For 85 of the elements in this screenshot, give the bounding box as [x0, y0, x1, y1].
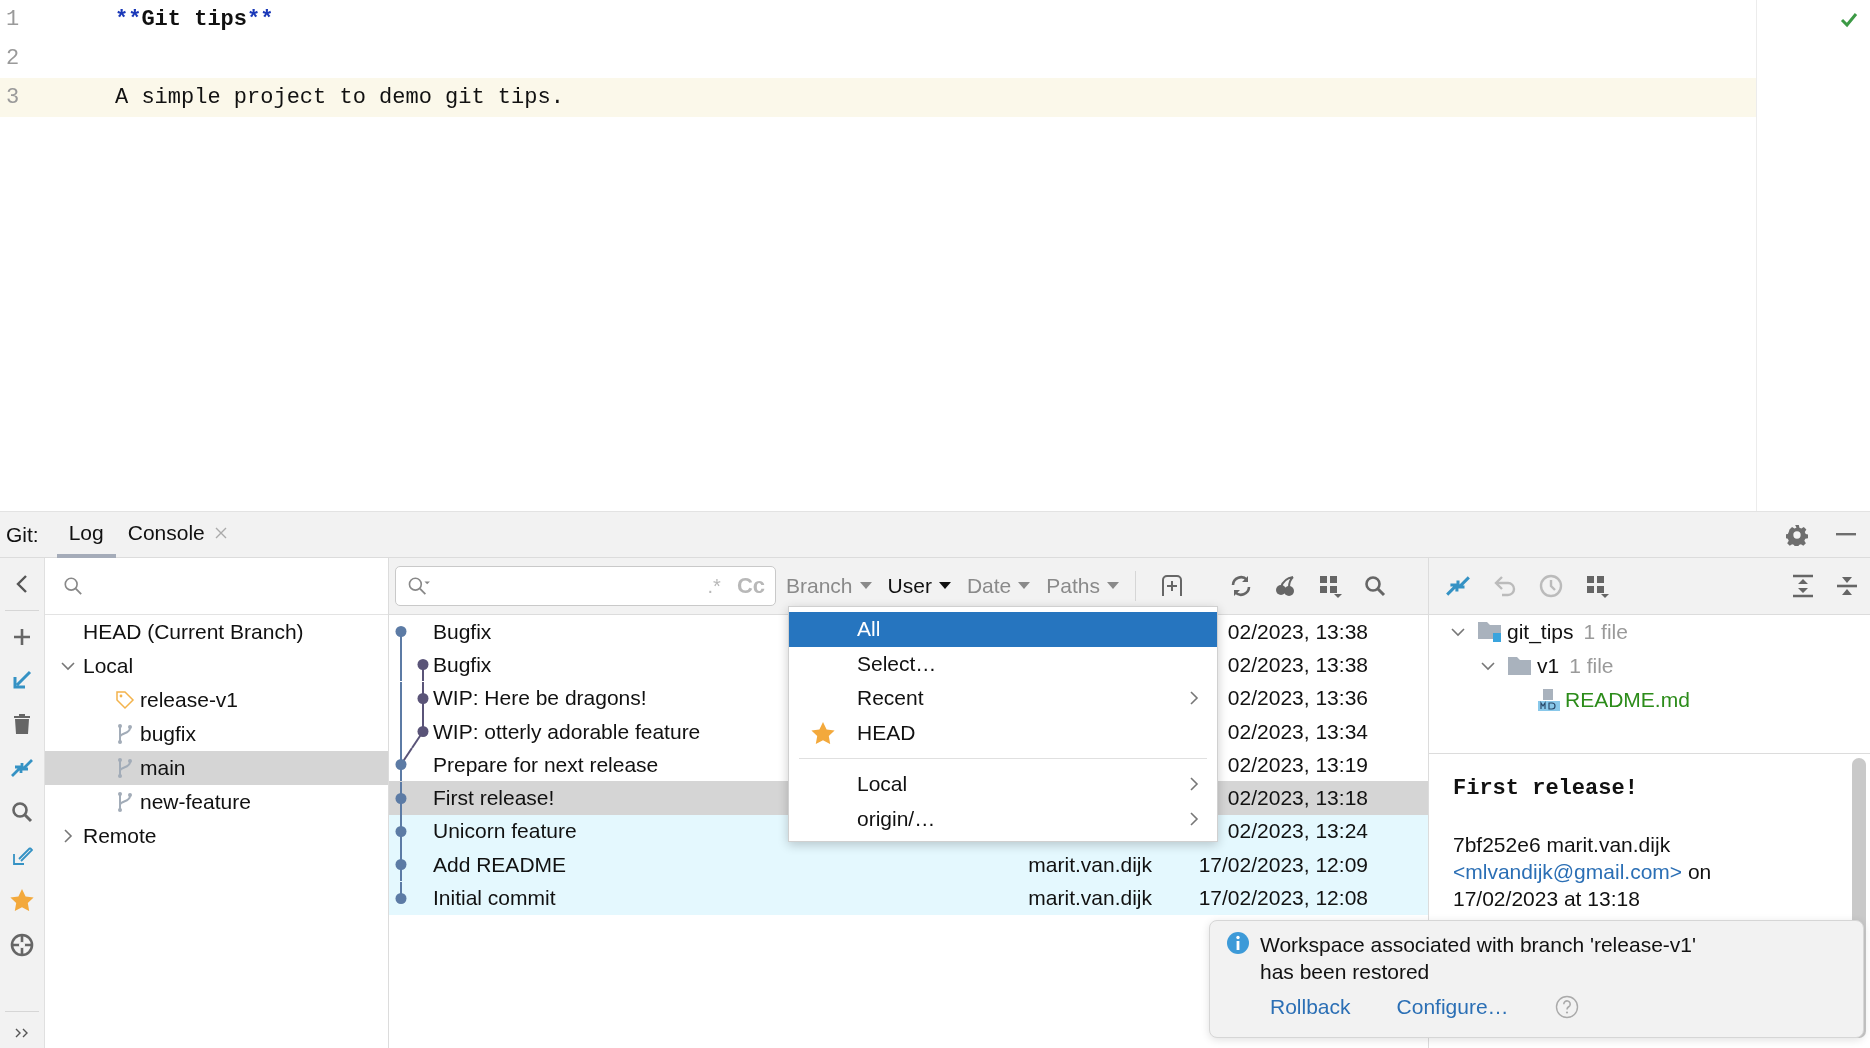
commit-message[interactable]: Bugfix: [433, 652, 492, 676]
settings-icon[interactable]: [1786, 523, 1808, 546]
filter-dropdown[interactable]: User: [887, 574, 951, 598]
email-link[interactable]: <mlvandijk@gmail.com>: [1453, 860, 1683, 883]
branch-icon: [115, 791, 135, 813]
commit-date: 02/2023, 13:19: [1227, 752, 1368, 776]
search-icon: [63, 576, 83, 596]
commit-date: 02/2023, 13:38: [1227, 652, 1368, 676]
commit-date: 02/2023, 13:18: [1227, 786, 1368, 810]
commit-subject: First release!: [1453, 776, 1639, 801]
search-icon: [406, 576, 432, 596]
chevron-icon[interactable]: [1481, 659, 1495, 673]
caret-icon: [859, 582, 872, 590]
commit-author: marit.van.dijk: [1028, 886, 1152, 909]
branch-tree-item[interactable]: Remote: [45, 819, 388, 853]
search-icon[interactable]: [1363, 575, 1386, 597]
plus-icon[interactable]: [12, 627, 32, 647]
commit-message[interactable]: Prepare for next release: [433, 752, 659, 776]
tab[interactable]: Console: [115, 512, 239, 558]
chevron-icon[interactable]: [61, 659, 75, 673]
expand-all-icon[interactable]: [1792, 574, 1814, 598]
branch-tree-item[interactable]: main: [45, 751, 388, 785]
commit-message[interactable]: WIP: Here be dragons!: [433, 686, 647, 710]
refresh-icon[interactable]: [1229, 575, 1252, 597]
commit-date: 17/02/2023, 12:08: [1198, 886, 1368, 909]
branch-tree-item[interactable]: release-v1: [45, 683, 388, 717]
folder-icon: [1507, 655, 1533, 677]
menu-item[interactable]: HEAD: [789, 715, 1217, 750]
line-number: 1: [5, 7, 21, 32]
commit-message[interactable]: Bugfix: [433, 619, 492, 643]
grid-icon[interactable]: [1585, 574, 1609, 598]
menu-item[interactable]: origin/…: [789, 801, 1217, 836]
folder-icon: [1477, 621, 1503, 643]
cherry-icon[interactable]: [1273, 575, 1296, 597]
branch-tree-item[interactable]: Local: [45, 649, 388, 683]
caret-icon: [1106, 582, 1119, 590]
menu-item[interactable]: Local: [789, 767, 1217, 802]
code-line: A simple project to demo git tips.: [115, 85, 564, 110]
menu-item[interactable]: Recent: [789, 681, 1217, 716]
commit-date: 02/2023, 13:34: [1227, 719, 1368, 743]
caret-icon: [938, 582, 951, 590]
commit-details: 7bf252e6 marit.van.dijk <mlvandijk@gmail.com> on 17/02/2023 at 13:18: [1453, 832, 1713, 912]
back-icon[interactable]: [15, 574, 29, 594]
changes-tree-item[interactable]: README.md: [1429, 683, 1870, 717]
notification-message: Workspace associated with branch 'release-v1' has been restored: [1260, 932, 1696, 985]
search-icon[interactable]: [11, 801, 33, 823]
notification-link[interactable]: Configure…: [1396, 995, 1509, 1019]
commit-author: marit.van.dijk: [1028, 852, 1152, 876]
minimize-icon[interactable]: [1836, 532, 1856, 537]
file-count: 1 file: [1583, 620, 1628, 644]
pencil-arrow-icon[interactable]: [11, 845, 33, 867]
branch-icon: [115, 757, 135, 779]
chevron-icon[interactable]: [1451, 625, 1465, 639]
line-number: 3: [5, 85, 21, 110]
tag-icon: [115, 690, 135, 710]
branch-tree-item[interactable]: bugfix: [45, 717, 388, 751]
changes-tree-item[interactable]: v1 1 file: [1429, 649, 1870, 683]
chevron-icon[interactable]: [61, 829, 75, 843]
commit-date: 02/2023, 13:38: [1227, 619, 1368, 643]
star-icon[interactable]: [10, 889, 34, 911]
trash-icon[interactable]: [13, 713, 31, 735]
code-line: **Git tips**: [115, 7, 274, 32]
line-number: 2: [5, 46, 21, 71]
info-icon: [1226, 931, 1250, 955]
branch-tree-item[interactable]: HEAD (Current Branch): [45, 615, 388, 649]
commit-message[interactable]: WIP: otterly adorable feature: [433, 719, 701, 743]
commit-date: 17/02/2023, 12:09: [1198, 852, 1368, 876]
caret-icon: [1018, 582, 1031, 590]
notification-link[interactable]: Rollback: [1270, 995, 1351, 1019]
commit-date: 02/2023, 13:36: [1227, 686, 1368, 710]
branch-tree-item[interactable]: new-feature: [45, 785, 388, 819]
changes-tree-item[interactable]: git_tips 1 file: [1429, 615, 1870, 649]
checkmark-icon: [1840, 12, 1858, 28]
collapse-all-icon[interactable]: [1836, 574, 1858, 598]
commit-date: 02/2023, 13:24: [1227, 819, 1368, 843]
markdown-file-icon: [1537, 688, 1561, 712]
file-count: 1 file: [1569, 654, 1614, 678]
crosshair-icon[interactable]: [10, 933, 34, 957]
branch-icon: [115, 723, 135, 745]
grid-icon[interactable]: [1317, 574, 1342, 598]
arrow-icon[interactable]: [11, 669, 33, 691]
tool-window-title: Git:: [6, 521, 39, 548]
more-icon[interactable]: [15, 1028, 29, 1038]
menu-item[interactable]: Select…: [789, 646, 1217, 681]
menu-item[interactable]: All: [789, 612, 1217, 647]
